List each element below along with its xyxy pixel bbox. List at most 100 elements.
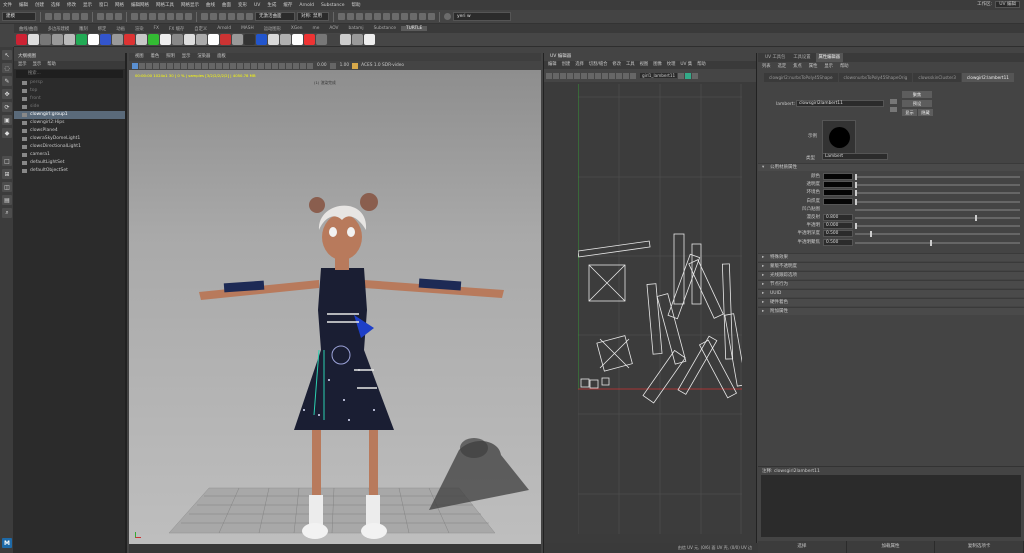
uv-tool-icon[interactable] xyxy=(616,72,622,79)
mask-icon[interactable] xyxy=(158,13,165,20)
shelf-tool-icon[interactable] xyxy=(112,34,123,45)
shelf-tool-icon[interactable] xyxy=(196,34,207,45)
uv-menu-item[interactable]: 工具 xyxy=(626,61,635,69)
select-component-icon[interactable] xyxy=(115,13,122,20)
mask-icon[interactable] xyxy=(167,13,174,20)
shelf-tool-icon[interactable] xyxy=(148,34,159,45)
shelf-tool-icon[interactable] xyxy=(136,34,147,45)
attribute-section[interactable]: 硬件着色 xyxy=(758,298,1024,307)
backface-icon[interactable] xyxy=(307,62,313,69)
uv-tool-icon[interactable] xyxy=(623,72,629,79)
notes-textarea[interactable] xyxy=(761,475,1021,537)
menu-item[interactable]: 曲面 xyxy=(222,2,231,8)
attribute-editor-tab[interactable]: UV 工具包 xyxy=(762,53,788,62)
light-icon[interactable] xyxy=(401,13,408,20)
shelf-tab[interactable]: 动画 xyxy=(111,26,130,32)
xray-joints-icon[interactable] xyxy=(300,62,306,69)
shelf-tab[interactable]: FX xyxy=(149,26,164,31)
attribute-editor-tab[interactable]: 工具设置 xyxy=(790,53,813,62)
field-chart-icon[interactable] xyxy=(188,62,194,69)
menu-item[interactable]: 显示 xyxy=(83,2,92,8)
shelf-tool-icon[interactable] xyxy=(172,34,183,45)
shelf-tool-icon[interactable] xyxy=(256,34,267,45)
redo-icon[interactable] xyxy=(81,13,88,20)
shelf-tab[interactable]: batamj xyxy=(344,26,369,31)
shelf-tool-icon[interactable] xyxy=(268,34,279,45)
move-tool-icon[interactable]: ✥ xyxy=(2,89,12,99)
uv-menu-item[interactable]: 纹理 xyxy=(667,61,676,69)
shelf-tab[interactable]: 多边形建模 xyxy=(43,26,74,32)
menu-item[interactable]: 编辑网格 xyxy=(131,2,149,8)
uv-menu-item[interactable]: 修改 xyxy=(612,61,621,69)
uv-menu-item[interactable]: 切割/缝合 xyxy=(589,61,608,69)
uv-tool-icon[interactable] xyxy=(595,72,601,79)
snap-grid-icon[interactable] xyxy=(201,13,208,20)
select-tool-icon[interactable]: ↖ xyxy=(2,50,12,60)
user-dropdown[interactable]: yeri w xyxy=(453,12,511,21)
film-gate-icon[interactable] xyxy=(167,62,173,69)
uv-tool-icon[interactable] xyxy=(553,72,559,79)
mask-icon[interactable] xyxy=(140,13,147,20)
shelf-tool-icon[interactable] xyxy=(328,34,339,45)
uv-tool-icon[interactable] xyxy=(678,72,685,79)
shelf-tool-icon[interactable] xyxy=(160,34,171,45)
node-tab[interactable]: clowgirl2:lambert11 xyxy=(961,73,1014,82)
mask-icon[interactable] xyxy=(185,13,192,20)
ambient-occlusion-icon[interactable] xyxy=(258,62,264,69)
shelf-tab[interactable]: 雕刻 xyxy=(74,26,93,32)
outliner-search-input[interactable]: 搜索... xyxy=(16,70,123,78)
outliner-item[interactable]: defaultLightSet xyxy=(14,159,125,167)
menu-item[interactable]: 网格 xyxy=(115,2,124,8)
attribute-editor-menu-item[interactable]: 列表 xyxy=(762,62,771,71)
bookmark-icon[interactable] xyxy=(146,62,152,69)
attribute-editor-menu-item[interactable]: 属性 xyxy=(809,62,818,71)
uv-tool-icon[interactable] xyxy=(609,72,615,79)
uv-menu-item[interactable]: 图像 xyxy=(653,61,662,69)
shelf-tab[interactable]: TURTLE xyxy=(401,26,428,31)
attribute-slider[interactable] xyxy=(855,217,1020,219)
node-tab[interactable]: clowsskinCluster3 xyxy=(913,73,961,82)
shelf-tool-icon[interactable] xyxy=(88,34,99,45)
uv-tool-icon[interactable] xyxy=(574,72,580,79)
attribute-section[interactable]: 光线跟踪选项 xyxy=(758,271,1024,280)
attribute-value-field[interactable]: 0.000 xyxy=(823,222,853,230)
attribute-editor-menu-item[interactable]: 帮助 xyxy=(840,62,849,71)
camera-select-icon[interactable] xyxy=(132,62,138,69)
menu-item[interactable]: 网格显示 xyxy=(181,2,199,8)
outliner-item[interactable]: top xyxy=(14,87,125,95)
shelf-tab[interactable]: MASH xyxy=(236,26,259,31)
node-tab[interactable]: clowsnurbsToPoly45ShapeOrig xyxy=(838,73,913,82)
shelf-tool-icon[interactable] xyxy=(232,34,243,45)
playback-icon[interactable] xyxy=(410,13,417,20)
attribute-editor-menu-item[interactable]: 显示 xyxy=(824,62,833,71)
viewport-menu-item[interactable]: 显示 xyxy=(182,53,191,61)
hide-button[interactable]: 隐藏 xyxy=(918,109,933,116)
pause-icon[interactable] xyxy=(419,13,426,20)
attribute-section[interactable]: 特殊效果 xyxy=(758,253,1024,262)
uv-menu-item[interactable]: 视图 xyxy=(640,61,649,69)
viewport-menu-item[interactable]: 着色 xyxy=(151,53,160,61)
shelf-tool-icon[interactable] xyxy=(76,34,87,45)
menu-item[interactable]: 网格工具 xyxy=(156,2,174,8)
outliner-item[interactable]: clowsDirectionalLight1 xyxy=(14,143,125,151)
slider-handle[interactable] xyxy=(930,239,932,246)
view-transform-dropdown[interactable]: ACES 1.0 SDR-video xyxy=(361,63,404,68)
node-tab[interactable]: clowgirl2:nurbsToPoly45Shape xyxy=(764,73,838,82)
outliner-menu-item[interactable]: 显示 xyxy=(18,61,27,69)
slider-handle[interactable] xyxy=(855,182,857,189)
attribute-value-field[interactable]: 0.800 xyxy=(823,214,853,221)
attribute-editor-menu-item[interactable]: 选定 xyxy=(778,62,787,71)
gamma-field[interactable]: 1.00 xyxy=(340,63,350,68)
go-input-icon[interactable] xyxy=(890,99,897,104)
xray-icon[interactable] xyxy=(293,62,299,69)
outliner-item[interactable]: persp xyxy=(14,79,125,87)
menu-item[interactable]: 修改 xyxy=(67,2,76,8)
menu-item[interactable]: 变形 xyxy=(238,2,247,8)
mask-icon[interactable] xyxy=(131,13,138,20)
checker-icon[interactable] xyxy=(685,72,692,79)
smooth-shade-icon[interactable] xyxy=(216,62,222,69)
select-hierarchy-icon[interactable] xyxy=(97,13,104,20)
render-icon[interactable] xyxy=(338,13,345,20)
workspace-dropdown[interactable]: UV 编辑 xyxy=(995,1,1020,8)
exposure-field[interactable]: 0.00 xyxy=(317,63,327,68)
